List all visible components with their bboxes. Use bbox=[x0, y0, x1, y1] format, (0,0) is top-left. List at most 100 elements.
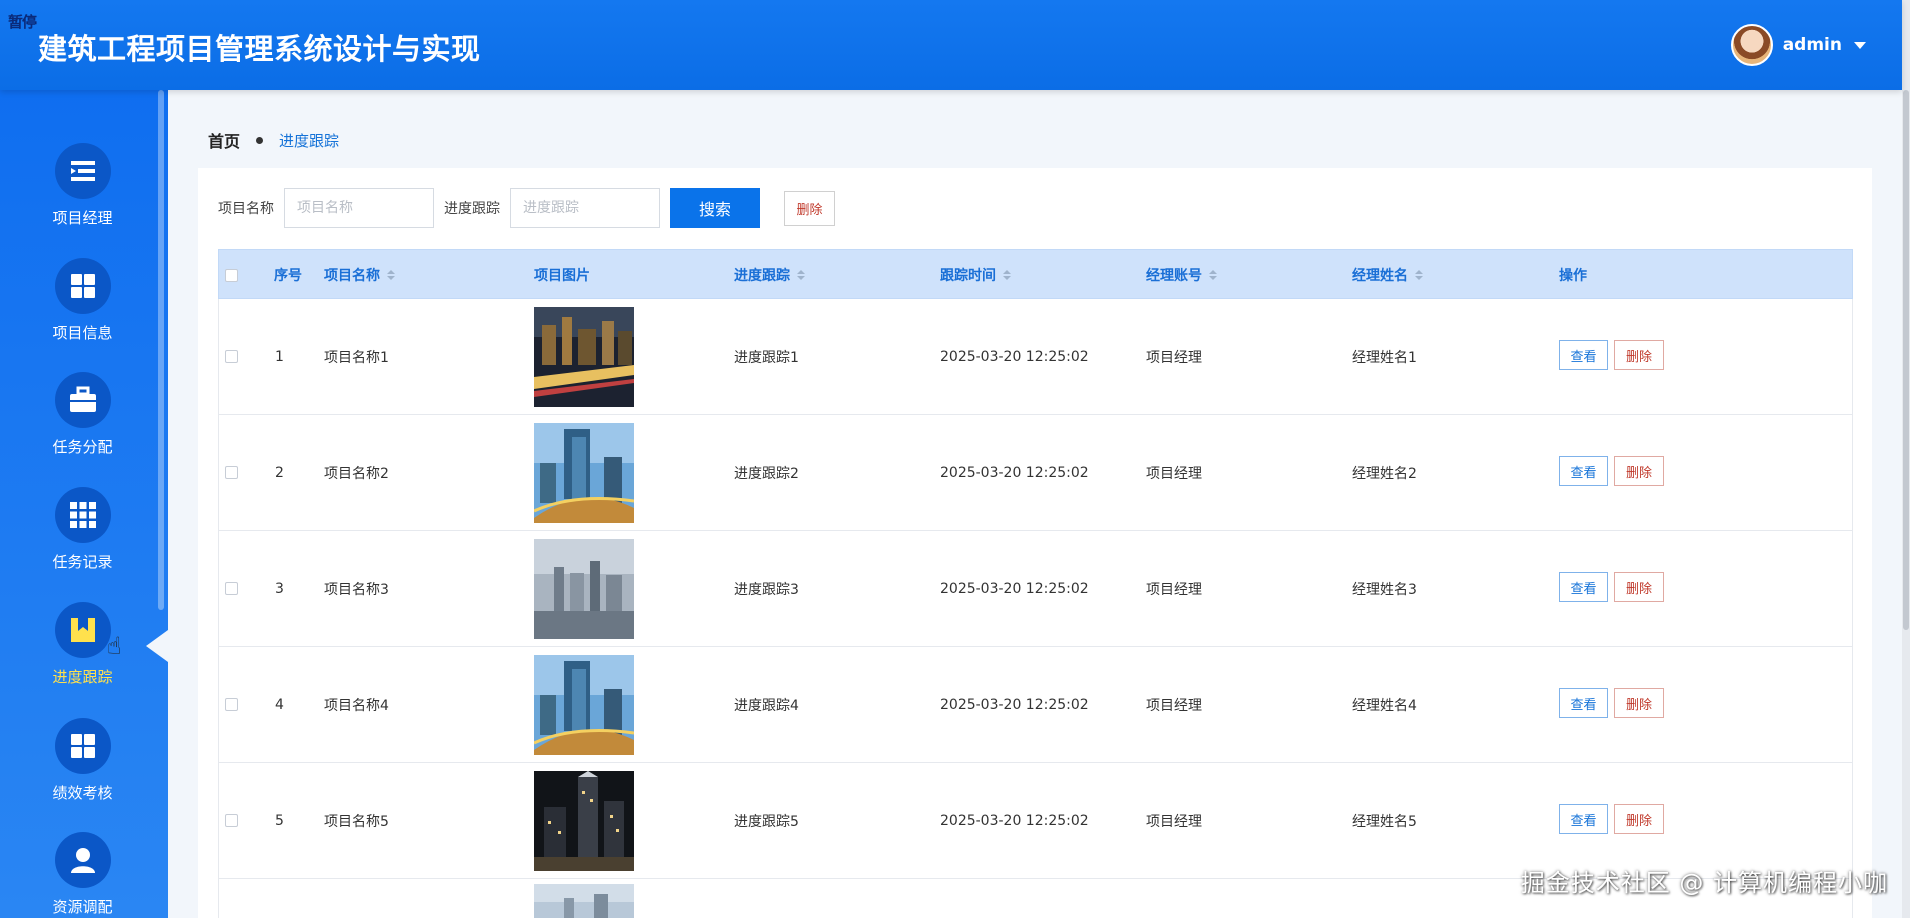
project-name-label: 项目名称 bbox=[218, 201, 274, 217]
header-track-sortable[interactable]: 进度跟踪 bbox=[734, 250, 805, 300]
row-checkbox[interactable] bbox=[225, 582, 238, 595]
table-header: 序号 项目名称 项目图片 进度跟踪 跟踪时间 经理账号 经理姓名 操作 bbox=[218, 249, 1853, 299]
delete-button[interactable]: 删除 bbox=[1614, 804, 1664, 834]
sidebar-item-label: 进度跟踪 bbox=[52, 668, 113, 686]
view-button[interactable]: 查看 bbox=[1559, 688, 1608, 718]
view-button[interactable]: 查看 bbox=[1559, 804, 1608, 834]
row-checkbox[interactable] bbox=[225, 466, 238, 479]
search-button[interactable]: 搜索 bbox=[670, 188, 760, 228]
grid-icon bbox=[55, 718, 111, 774]
cell-manager: 经理姓名5 bbox=[1352, 813, 1417, 830]
hand-cursor-icon: ☝ bbox=[107, 632, 122, 660]
sidebar-item-label: 项目信息 bbox=[52, 324, 113, 342]
sidebar-item-project-info[interactable]: 项目信息 bbox=[0, 258, 165, 368]
header-manager-sortable[interactable]: 经理姓名 bbox=[1352, 250, 1423, 300]
cell-index: 4 bbox=[275, 696, 284, 713]
briefcase-icon bbox=[55, 372, 111, 428]
cell-name: 项目名称4 bbox=[324, 697, 389, 714]
row-checkbox[interactable] bbox=[225, 350, 238, 363]
table-row: 3 项目名称3 进度跟踪3 2025-03-20 12:25:02 项目经理 经… bbox=[218, 531, 1853, 647]
grid-icon bbox=[55, 258, 111, 314]
user-menu[interactable]: admin bbox=[1730, 24, 1866, 66]
cell-index: 5 bbox=[275, 812, 284, 829]
header-time-sortable[interactable]: 跟踪时间 bbox=[940, 250, 1011, 300]
header-name: 项目名称 bbox=[324, 268, 380, 284]
project-image bbox=[534, 884, 634, 918]
table-row: 4 项目名称4 进度跟踪4 2025-03-20 12:25:02 项目经理 经… bbox=[218, 647, 1853, 763]
sort-icon[interactable] bbox=[1415, 270, 1423, 280]
header-track: 进度跟踪 bbox=[734, 268, 790, 284]
user-icon bbox=[55, 832, 111, 888]
avatar[interactable] bbox=[1730, 24, 1773, 66]
project-image bbox=[534, 538, 634, 639]
page-scrollbar-thumb[interactable] bbox=[1903, 90, 1909, 630]
sidebar-item-performance[interactable]: 绩效考核 bbox=[0, 718, 165, 828]
sidebar-item-project-manager[interactable]: 项目经理 bbox=[0, 143, 165, 253]
data-table: 序号 项目名称 项目图片 进度跟踪 跟踪时间 经理账号 经理姓名 操作 1 项目… bbox=[218, 249, 1853, 918]
cell-name: 项目名称2 bbox=[324, 465, 389, 482]
cell-time: 2025-03-20 12:25:02 bbox=[940, 580, 1089, 597]
header-account: 经理账号 bbox=[1146, 268, 1202, 284]
delete-button[interactable]: 删除 bbox=[1614, 340, 1664, 370]
project-image bbox=[534, 306, 634, 407]
cell-account: 项目经理 bbox=[1146, 813, 1202, 830]
username[interactable]: admin bbox=[1783, 35, 1842, 55]
cell-account: 项目经理 bbox=[1146, 349, 1202, 366]
view-button[interactable]: 查看 bbox=[1559, 572, 1608, 602]
batch-delete-button[interactable]: 删除 bbox=[784, 190, 835, 226]
flag-icon bbox=[55, 602, 111, 658]
delete-button[interactable]: 删除 bbox=[1614, 688, 1664, 718]
watermark: 掘金技术社区 @ 计算机编程小咖 bbox=[1520, 869, 1888, 897]
header-image: 项目图片 bbox=[534, 268, 590, 284]
cell-account: 项目经理 bbox=[1146, 465, 1202, 482]
row-checkbox[interactable] bbox=[225, 814, 238, 827]
cell-track: 进度跟踪4 bbox=[734, 697, 799, 714]
cell-name: 项目名称3 bbox=[324, 581, 389, 598]
header-name-sortable[interactable]: 项目名称 bbox=[324, 250, 395, 300]
page-scrollbar[interactable] bbox=[1902, 0, 1910, 918]
cell-manager: 经理姓名3 bbox=[1352, 581, 1417, 598]
cell-manager: 经理姓名1 bbox=[1352, 349, 1417, 366]
cell-track: 进度跟踪5 bbox=[734, 813, 799, 830]
sidebar-item-resource[interactable]: 资源调配 bbox=[0, 832, 165, 918]
sort-icon[interactable] bbox=[387, 270, 395, 280]
progress-track-input[interactable] bbox=[510, 188, 660, 228]
grid-nine-icon bbox=[55, 487, 111, 543]
delete-button[interactable]: 删除 bbox=[1614, 456, 1664, 486]
project-name-input[interactable] bbox=[284, 188, 434, 228]
cell-index: 1 bbox=[275, 348, 284, 365]
search-bar: 项目名称 进度跟踪 搜索 删除 bbox=[218, 188, 835, 228]
cell-time: 2025-03-20 12:25:02 bbox=[940, 464, 1089, 481]
table-row: 2 项目名称2 进度跟踪2 2025-03-20 12:25:02 项目经理 经… bbox=[218, 415, 1853, 531]
sort-icon[interactable] bbox=[797, 270, 805, 280]
cell-account: 项目经理 bbox=[1146, 697, 1202, 714]
sidebar-item-task-assign[interactable]: 任务分配 bbox=[0, 372, 165, 482]
cell-name: 项目名称5 bbox=[324, 813, 389, 830]
cell-index: 2 bbox=[275, 464, 284, 481]
cell-account: 项目经理 bbox=[1146, 581, 1202, 598]
sidebar-item-label: 任务分配 bbox=[52, 438, 113, 456]
sort-icon[interactable] bbox=[1003, 270, 1011, 280]
row-checkbox[interactable] bbox=[225, 698, 238, 711]
active-indicator bbox=[146, 630, 168, 662]
sidebar-item-label: 任务记录 bbox=[52, 553, 113, 571]
sidebar-item-task-record[interactable]: 任务记录 bbox=[0, 487, 165, 597]
header-account-sortable[interactable]: 经理账号 bbox=[1146, 250, 1217, 300]
cell-time: 2025-03-20 12:25:02 bbox=[940, 812, 1089, 829]
header-time: 跟踪时间 bbox=[940, 268, 996, 284]
breadcrumb-home[interactable]: 首页 bbox=[208, 128, 240, 152]
project-image bbox=[534, 422, 634, 523]
delete-button[interactable]: 删除 bbox=[1614, 572, 1664, 602]
cell-time: 2025-03-20 12:25:02 bbox=[940, 696, 1089, 713]
view-button[interactable]: 查看 bbox=[1559, 456, 1608, 486]
breadcrumb: 首页 进度跟踪 bbox=[208, 128, 339, 152]
sidebar-item-label: 绩效考核 bbox=[52, 784, 113, 802]
cell-name: 项目名称1 bbox=[324, 349, 389, 366]
sort-icon[interactable] bbox=[1209, 270, 1217, 280]
cell-track: 进度跟踪2 bbox=[734, 465, 799, 482]
select-all-checkbox[interactable] bbox=[225, 268, 238, 282]
table-row: 1 项目名称1 进度跟踪1 2025-03-20 12:25:02 项目经理 经… bbox=[218, 299, 1853, 415]
sidebar-item-progress-tracking[interactable]: 进度跟踪 bbox=[0, 602, 165, 712]
chevron-down-icon[interactable] bbox=[1854, 41, 1866, 49]
view-button[interactable]: 查看 bbox=[1559, 340, 1608, 370]
